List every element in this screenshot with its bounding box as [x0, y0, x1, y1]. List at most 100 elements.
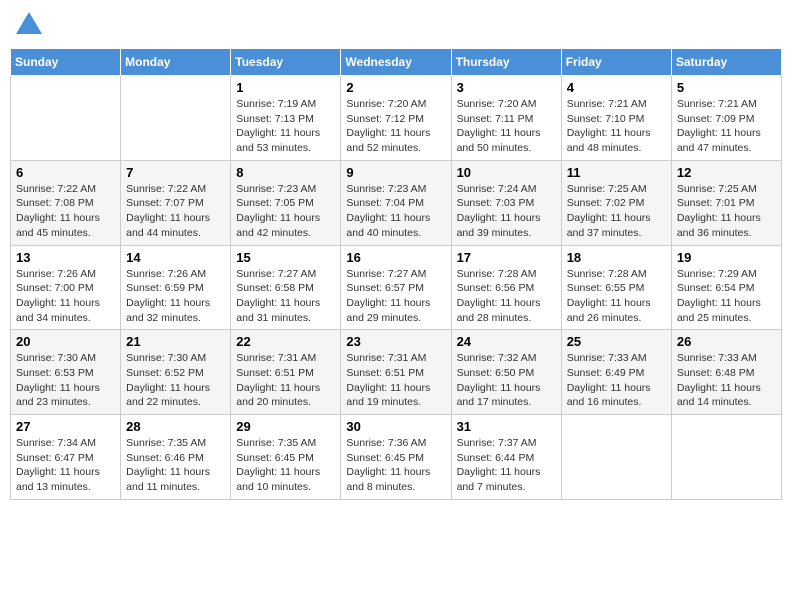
calendar-cell: 7 Sunrise: 7:22 AM Sunset: 7:07 PM Daylig…	[121, 160, 231, 245]
calendar-cell: 18Sunrise: 7:28 AM Sunset: 6:55 PM Dayli…	[561, 245, 671, 330]
calendar-cell: 23 Sunrise: 7:31 AM Sunset: 6:51 PM Dayli…	[341, 330, 451, 415]
calendar-cell: 15 Sunrise: 7:27 AM Sunset: 6:58 PM Dayli…	[231, 245, 341, 330]
calendar-cell	[671, 415, 781, 500]
day-info: Sunrise: 7:26 AM Sunset: 7:00 PM Dayligh…	[16, 267, 115, 326]
day-info: Sunrise: 7:21 AM Sunset: 7:10 PM Dayligh…	[567, 97, 666, 156]
day-info: Sunrise: 7:20 AM Sunset: 7:12 PM Dayligh…	[346, 97, 445, 156]
day-info: Sunrise: 7:34 AM Sunset: 6:47 PM Dayligh…	[16, 436, 115, 495]
logo	[14, 10, 46, 40]
day-number: 7	[126, 165, 225, 180]
day-number: 27	[16, 419, 115, 434]
day-of-week-header: Sunday	[11, 49, 121, 76]
calendar-cell: 10Sunrise: 7:24 AM Sunset: 7:03 PM Dayli…	[451, 160, 561, 245]
day-number: 28	[126, 419, 225, 434]
calendar-cell: 19 Sunrise: 7:29 AM Sunset: 6:54 PM Dayli…	[671, 245, 781, 330]
calendar-week-row: 6 Sunrise: 7:22 AM Sunset: 7:08 PM Daylig…	[11, 160, 782, 245]
day-number: 13	[16, 250, 115, 265]
calendar-cell: 31 Sunrise: 7:37 AM Sunset: 6:44 PM Dayli…	[451, 415, 561, 500]
calendar-week-row: 20 Sunrise: 7:30 AM Sunset: 6:53 PM Dayli…	[11, 330, 782, 415]
day-info: Sunrise: 7:25 AM Sunset: 7:01 PM Dayligh…	[677, 182, 776, 241]
day-info: Sunrise: 7:26 AM Sunset: 6:59 PM Dayligh…	[126, 267, 225, 326]
logo-icon	[14, 10, 44, 40]
calendar-cell: 13 Sunrise: 7:26 AM Sunset: 7:00 PM Dayli…	[11, 245, 121, 330]
header-row: SundayMondayTuesdayWednesdayThursdayFrid…	[11, 49, 782, 76]
calendar-cell: 21 Sunrise: 7:30 AM Sunset: 6:52 PM Dayli…	[121, 330, 231, 415]
day-info: Sunrise: 7:31 AM Sunset: 6:51 PM Dayligh…	[236, 351, 335, 410]
calendar-table: SundayMondayTuesdayWednesdayThursdayFrid…	[10, 48, 782, 500]
day-info: Sunrise: 7:30 AM Sunset: 6:53 PM Dayligh…	[16, 351, 115, 410]
calendar-cell: 29Sunrise: 7:35 AM Sunset: 6:45 PM Dayli…	[231, 415, 341, 500]
day-info: Sunrise: 7:22 AM Sunset: 7:07 PM Dayligh…	[126, 182, 225, 241]
calendar-cell: 16 Sunrise: 7:27 AM Sunset: 6:57 PM Dayli…	[341, 245, 451, 330]
day-number: 8	[236, 165, 335, 180]
day-number: 4	[567, 80, 666, 95]
day-info: Sunrise: 7:19 AM Sunset: 7:13 PM Dayligh…	[236, 97, 335, 156]
day-info: Sunrise: 7:36 AM Sunset: 6:45 PM Dayligh…	[346, 436, 445, 495]
day-info: Sunrise: 7:37 AM Sunset: 6:44 PM Dayligh…	[457, 436, 556, 495]
day-of-week-header: Wednesday	[341, 49, 451, 76]
day-of-week-header: Monday	[121, 49, 231, 76]
day-number: 26	[677, 334, 776, 349]
calendar-cell: 30Sunrise: 7:36 AM Sunset: 6:45 PM Dayli…	[341, 415, 451, 500]
calendar-cell: 22 Sunrise: 7:31 AM Sunset: 6:51 PM Dayli…	[231, 330, 341, 415]
day-number: 16	[346, 250, 445, 265]
day-number: 24	[457, 334, 556, 349]
calendar-cell: 14 Sunrise: 7:26 AM Sunset: 6:59 PM Dayli…	[121, 245, 231, 330]
calendar-cell: 11 Sunrise: 7:25 AM Sunset: 7:02 PM Dayli…	[561, 160, 671, 245]
day-info: Sunrise: 7:31 AM Sunset: 6:51 PM Dayligh…	[346, 351, 445, 410]
day-info: Sunrise: 7:32 AM Sunset: 6:50 PM Dayligh…	[457, 351, 556, 410]
day-number: 23	[346, 334, 445, 349]
calendar-week-row: 27 Sunrise: 7:34 AM Sunset: 6:47 PM Dayli…	[11, 415, 782, 500]
calendar-cell: 28Sunrise: 7:35 AM Sunset: 6:46 PM Dayli…	[121, 415, 231, 500]
calendar-cell: 24 Sunrise: 7:32 AM Sunset: 6:50 PM Dayli…	[451, 330, 561, 415]
day-info: Sunrise: 7:28 AM Sunset: 6:56 PM Dayligh…	[457, 267, 556, 326]
calendar-cell: 8 Sunrise: 7:23 AM Sunset: 7:05 PM Daylig…	[231, 160, 341, 245]
calendar-cell	[561, 415, 671, 500]
day-number: 11	[567, 165, 666, 180]
calendar-cell	[11, 76, 121, 161]
day-info: Sunrise: 7:25 AM Sunset: 7:02 PM Dayligh…	[567, 182, 666, 241]
day-number: 21	[126, 334, 225, 349]
page-header	[10, 10, 782, 40]
day-info: Sunrise: 7:27 AM Sunset: 6:57 PM Dayligh…	[346, 267, 445, 326]
day-of-week-header: Thursday	[451, 49, 561, 76]
calendar-cell: 6 Sunrise: 7:22 AM Sunset: 7:08 PM Daylig…	[11, 160, 121, 245]
day-number: 12	[677, 165, 776, 180]
day-number: 3	[457, 80, 556, 95]
day-number: 6	[16, 165, 115, 180]
day-number: 18	[567, 250, 666, 265]
day-info: Sunrise: 7:22 AM Sunset: 7:08 PM Dayligh…	[16, 182, 115, 241]
day-info: Sunrise: 7:29 AM Sunset: 6:54 PM Dayligh…	[677, 267, 776, 326]
calendar-cell: 26 Sunrise: 7:33 AM Sunset: 6:48 PM Dayli…	[671, 330, 781, 415]
day-number: 25	[567, 334, 666, 349]
calendar-cell: 17 Sunrise: 7:28 AM Sunset: 6:56 PM Dayli…	[451, 245, 561, 330]
day-of-week-header: Friday	[561, 49, 671, 76]
calendar-week-row: 1 Sunrise: 7:19 AM Sunset: 7:13 PM Daylig…	[11, 76, 782, 161]
day-number: 9	[346, 165, 445, 180]
day-number: 17	[457, 250, 556, 265]
day-number: 20	[16, 334, 115, 349]
day-number: 1	[236, 80, 335, 95]
calendar-cell: 27 Sunrise: 7:34 AM Sunset: 6:47 PM Dayli…	[11, 415, 121, 500]
day-number: 31	[457, 419, 556, 434]
day-number: 19	[677, 250, 776, 265]
day-number: 14	[126, 250, 225, 265]
day-info: Sunrise: 7:21 AM Sunset: 7:09 PM Dayligh…	[677, 97, 776, 156]
day-info: Sunrise: 7:30 AM Sunset: 6:52 PM Dayligh…	[126, 351, 225, 410]
day-number: 10	[457, 165, 556, 180]
day-info: Sunrise: 7:23 AM Sunset: 7:05 PM Dayligh…	[236, 182, 335, 241]
day-number: 2	[346, 80, 445, 95]
calendar-cell: 9 Sunrise: 7:23 AM Sunset: 7:04 PM Daylig…	[341, 160, 451, 245]
day-of-week-header: Tuesday	[231, 49, 341, 76]
calendar-cell: 1 Sunrise: 7:19 AM Sunset: 7:13 PM Daylig…	[231, 76, 341, 161]
calendar-cell: 4 Sunrise: 7:21 AM Sunset: 7:10 PM Daylig…	[561, 76, 671, 161]
day-info: Sunrise: 7:23 AM Sunset: 7:04 PM Dayligh…	[346, 182, 445, 241]
day-info: Sunrise: 7:20 AM Sunset: 7:11 PM Dayligh…	[457, 97, 556, 156]
calendar-cell: 2 Sunrise: 7:20 AM Sunset: 7:12 PM Daylig…	[341, 76, 451, 161]
day-info: Sunrise: 7:27 AM Sunset: 6:58 PM Dayligh…	[236, 267, 335, 326]
day-info: Sunrise: 7:33 AM Sunset: 6:48 PM Dayligh…	[677, 351, 776, 410]
day-info: Sunrise: 7:35 AM Sunset: 6:45 PM Dayligh…	[236, 436, 335, 495]
calendar-week-row: 13 Sunrise: 7:26 AM Sunset: 7:00 PM Dayli…	[11, 245, 782, 330]
day-number: 22	[236, 334, 335, 349]
day-number: 15	[236, 250, 335, 265]
